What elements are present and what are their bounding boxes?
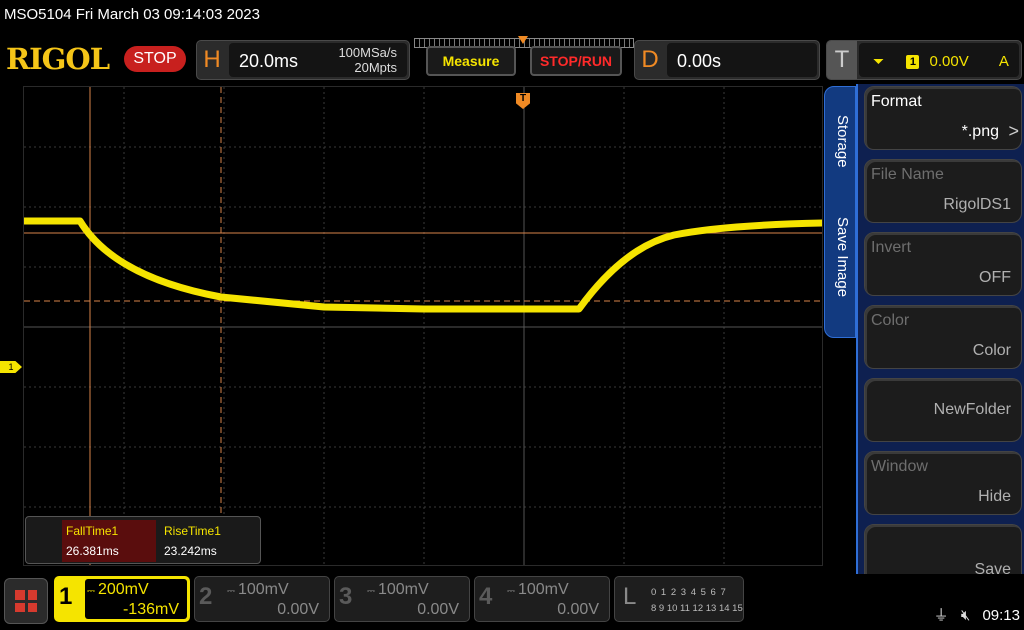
measurement-value: 23.242ms — [164, 544, 217, 558]
measurement-label: FallTime1 — [66, 524, 119, 538]
delay-panel[interactable]: D 0.00s — [634, 40, 820, 80]
clock: 09:13 — [982, 607, 1020, 624]
status-area: ⏚ 🔇︎ 09:13 — [934, 604, 1020, 625]
usb-icon: ⏚ — [933, 607, 949, 624]
channel-1-panel[interactable]: 1 ⎓ 200mV -136mV — [54, 576, 190, 622]
menu-item-title: Window — [871, 458, 928, 475]
waveform-grid — [24, 87, 822, 565]
channel-2-panel[interactable]: 2 ⎓ 100mV 0.00V — [194, 576, 330, 622]
menu-item-title: Color — [871, 312, 910, 329]
logic-channels-row1: 0 1 2 3 4 5 6 7 — [651, 587, 727, 598]
menu-item-file-name[interactable]: File Name RigolDS1 — [864, 159, 1022, 223]
memory-depth: 20Mpts — [354, 60, 397, 75]
run-state-badge[interactable]: STOP — [124, 46, 186, 72]
chevron-right-icon: > — [1008, 121, 1019, 141]
dc-coupling-icon: ⎓ — [227, 586, 235, 597]
horizontal-panel[interactable]: H 20.0ms 100MSa/s 20Mpts — [196, 40, 410, 80]
trigger-level: 0.00V — [929, 53, 969, 70]
waveform-display[interactable] — [23, 86, 823, 566]
ch1-offset-marker[interactable]: 1 — [0, 361, 22, 373]
tab-storage[interactable]: Storage — [834, 115, 851, 168]
channel-number: 3 — [339, 583, 353, 610]
menu-item-value: Color — [972, 342, 1011, 359]
window-title: MSO5104 Fri March 03 09:14:03 2023 — [0, 0, 1024, 34]
logic-channels-row2: 8 9 10 11 12 13 14 15 — [651, 603, 743, 614]
tab-save-image[interactable]: Save Image — [834, 217, 851, 297]
channel-offset: 0.00V — [417, 601, 459, 618]
sample-rate: 100MSa/s — [338, 45, 397, 60]
horizontal-label: H — [203, 46, 221, 73]
dc-coupling-icon: ⎓ — [507, 586, 515, 597]
menu-item-value: NewFolder — [933, 401, 1011, 418]
channel-offset: 0.00V — [557, 601, 599, 618]
trigger-label: T — [827, 41, 857, 79]
measurement-panel: FallTime1 26.381ms RiseTime1 23.242ms — [25, 516, 261, 564]
channel-number: 1 — [59, 583, 73, 610]
grid-menu-icon — [15, 590, 37, 612]
channel-offset: -136mV — [122, 601, 179, 618]
ch1-waveform — [24, 217, 822, 313]
dc-coupling-icon: ⎓ — [367, 586, 375, 597]
channel-offset: 0.00V — [277, 601, 319, 618]
logic-label: L — [623, 583, 637, 610]
bottom-toolbar: 1 ⎓ 200mV -136mV 2 ⎓ 100mV 0.00V 3 ⎓ 100mV … — [0, 574, 1024, 630]
menu-item-color[interactable]: Color Color — [864, 305, 1022, 369]
measure-button[interactable]: Measure — [426, 46, 516, 76]
measurement-label: RiseTime1 — [164, 524, 221, 538]
delay-label: D — [641, 46, 659, 73]
channel-scale: 200mV — [97, 581, 149, 598]
top-toolbar: RIGOL STOP H 20.0ms 100MSa/s 20Mpts Meas… — [0, 36, 1024, 84]
trigger-panel[interactable]: T ⏷ 1 0.00V A — [826, 40, 1022, 80]
menu-item-invert[interactable]: Invert OFF — [864, 232, 1022, 296]
dc-coupling-icon: ⎓ — [87, 586, 95, 597]
falling-edge-icon: ⏷ — [873, 53, 885, 69]
rigol-logo: RIGOL — [6, 42, 110, 76]
save-image-menu: Format *.png > File Name RigolDS1 Invert… — [856, 84, 1024, 592]
menu-item-title: Format — [871, 93, 922, 110]
horizontal-scale: 20.0ms — [239, 51, 299, 71]
menu-item-value: *.png — [961, 123, 999, 140]
trigger-source: 1 — [906, 55, 920, 70]
menu-side-tab[interactable]: Storage Save Image — [824, 86, 856, 338]
menu-item-value: OFF — [979, 269, 1011, 286]
channel-number: 4 — [479, 583, 493, 610]
measurement-risetime[interactable]: RiseTime1 23.242ms — [160, 520, 254, 562]
menu-item-value: RigolDS1 — [943, 196, 1011, 213]
menu-item-new-folder[interactable]: NewFolder — [864, 378, 1022, 442]
channel-scale: 100mV — [377, 581, 429, 598]
delay-value: 0.00s — [677, 51, 722, 71]
measurement-falltime[interactable]: FallTime1 26.381ms — [62, 520, 156, 562]
channel-3-panel[interactable]: 3 ⎓ 100mV 0.00V — [334, 576, 470, 622]
menu-item-format[interactable]: Format *.png > — [864, 86, 1022, 150]
home-button[interactable] — [4, 578, 48, 624]
menu-item-window[interactable]: Window Hide — [864, 451, 1022, 515]
menu-item-title: File Name — [871, 166, 944, 183]
stop-run-button[interactable]: STOP/RUN — [530, 46, 622, 76]
channel-number: 2 — [199, 583, 213, 610]
channel-scale: 100mV — [237, 581, 289, 598]
channel-4-panel[interactable]: 4 ⎓ 100mV 0.00V — [474, 576, 610, 622]
measurement-value: 26.381ms — [66, 544, 119, 558]
trigger-mode: A — [998, 53, 1009, 70]
channel-scale: 100mV — [517, 581, 569, 598]
menu-item-value: Hide — [978, 488, 1011, 505]
speaker-muted-icon[interactable]: 🔇︎ — [961, 607, 970, 624]
logic-analyzer-panel[interactable]: L 0 1 2 3 4 5 6 7 8 9 10 11 12 13 14 15 — [614, 576, 744, 622]
trigger-position-marker — [518, 36, 528, 44]
menu-item-title: Invert — [871, 239, 912, 256]
